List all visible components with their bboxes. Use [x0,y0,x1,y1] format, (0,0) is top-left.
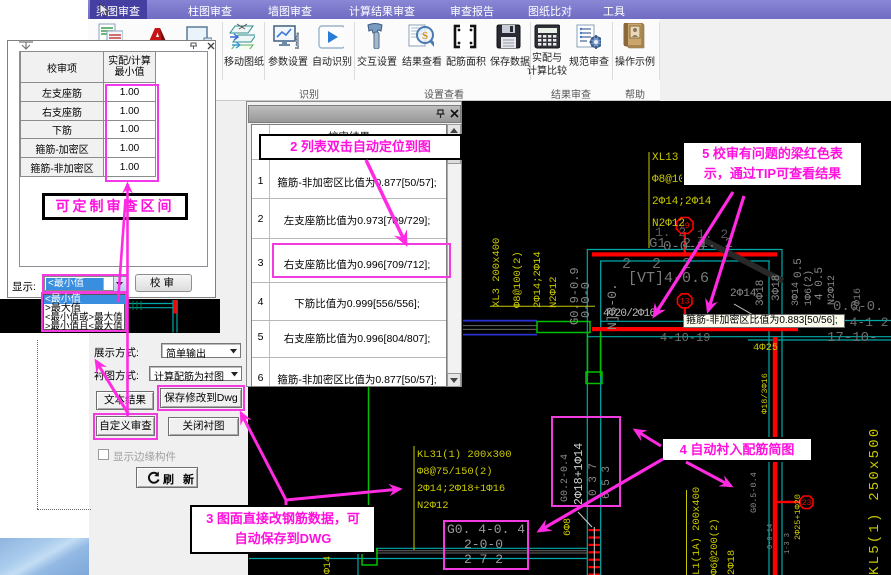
svg-text:0-0-0: 0-0-0 [579,282,593,318]
svg-text:4Φ25: 4Φ25 [753,342,778,354]
svg-text:L1(1A) 200x400: L1(1A) 200x400 [691,487,703,575]
svg-text:3Φ14: 3Φ14 [791,282,802,306]
svg-text:4-10-19: 4-10-19 [660,331,710,345]
svg-text:KL31(1) 200x300: KL31(1) 200x300 [417,449,512,461]
svg-text:17-10-: 17-10- [827,330,877,346]
svg-text:0-0-3: 0-0-3 [663,239,705,255]
svg-text:23: 23 [802,499,812,508]
svg-text:N2Φ12: N2Φ12 [548,276,560,308]
svg-text:3Φ18: 3Φ18 [771,275,783,301]
svg-text:3Φ18: 3Φ18 [755,280,767,306]
svg-text:XL3 200x400: XL3 200x400 [491,238,503,307]
svg-text:2Φ14;2Φ18+1Φ16: 2Φ14;2Φ18+1Φ16 [417,483,505,495]
svg-text:2Φ18: 2Φ18 [726,550,738,575]
svg-text:2Φ14;2Φ14: 2Φ14;2Φ14 [652,196,712,208]
svg-text:Φ8@75/150(2): Φ8@75/150(2) [417,466,493,478]
svg-text:0.5: 0.5 [793,258,805,278]
svg-text:Φ8@100(2): Φ8@100(2) [512,251,524,308]
svg-text:Φ18/3Φ16: Φ18/3Φ16 [760,373,770,414]
svg-text:2Φ25+1Φ20: 2Φ25+1Φ20 [793,494,803,540]
svg-text:6Φ8: 6Φ8 [563,518,574,536]
svg-text:N]3-0.: N]3-0. [605,283,620,330]
svg-text:Φ14: Φ14 [323,556,334,574]
svg-text:N2Φ12: N2Φ12 [417,500,449,512]
svg-text:4 0.5: 4 0.5 [814,267,826,300]
svg-text:13: 13 [680,298,690,307]
svg-text:2Φ14;2Φ14: 2Φ14;2Φ14 [532,251,544,308]
svg-text:1-3 3: 1-3 3 [784,533,792,554]
svg-text:0-0-14: 0-0-14 [767,524,775,549]
svg-text:Φ8@10: Φ8@10 [652,174,685,186]
svg-text:Φ6@200(2): Φ6@200(2) [709,518,721,575]
svg-text:1. 2: 1. 2 [655,225,686,240]
svg-text:G0.5-0.4: G0.5-0.4 [749,472,759,513]
svg-text:N2Φ12: N2Φ12 [827,275,838,305]
svg-text:2Φ14: 2Φ14 [730,288,757,300]
svg-text:KL5(1) 250x500: KL5(1) 250x500 [867,427,883,575]
svg-text:ZΦ16: ZΦ16 [853,288,864,312]
svg-text:[VT]4-0.6: [VT]4-0.6 [628,270,709,287]
